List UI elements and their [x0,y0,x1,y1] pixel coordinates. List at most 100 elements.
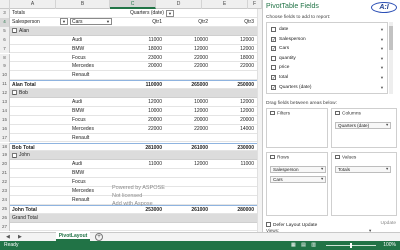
cell-c1[interactable]: Salesperson [12,18,40,26]
cell-c3[interactable]: 11000 [130,160,162,168]
pane-options-badge[interactable]: A:I [371,2,397,13]
chevron-down-icon[interactable]: ▼ [380,54,384,63]
prev-sheet-icon[interactable]: ◀ [6,233,10,241]
values-area[interactable]: Values Totals ▼ [331,152,397,216]
row-header[interactable]: 9 [0,62,10,72]
defer-layout-update[interactable]: Defer Layout Update [266,222,317,228]
row-header[interactable]: 10 [0,71,10,81]
cell-c3[interactable]: 281000 [130,144,162,152]
row-header[interactable]: 18 [0,142,10,152]
row-header[interactable]: 26 [0,213,10,223]
row-filter-dropdown[interactable]: ▼ [60,18,68,26]
column-header-b[interactable]: B [56,0,110,9]
field-item[interactable]: ✓ Quarters (date) ▼ [269,83,384,92]
row-header[interactable]: 19 [0,151,10,161]
cell-c3[interactable]: 110000 [130,81,162,89]
zoom-level[interactable]: 100% [383,241,396,250]
views-dropdown-icon[interactable]: ▾ [369,228,371,234]
field-item[interactable]: ✓ total ▼ [269,73,384,82]
cell-c4[interactable]: 12000 [176,107,208,115]
cell-c2[interactable]: Audi [72,98,82,106]
cell-c3[interactable]: 20000 [130,116,162,124]
cell-c1[interactable]: Grand Total [12,214,38,222]
cell-c4[interactable]: 265000 [176,81,208,89]
collapse-icon[interactable]: − [12,152,17,161]
scrollbar-thumb[interactable] [389,26,393,50]
row-header[interactable]: 25 [0,204,10,214]
row-header[interactable]: 12 [0,89,10,98]
chevron-down-icon[interactable]: ▼ [320,167,324,172]
cell-c3[interactable]: 11000 [130,36,162,44]
field-item[interactable]: price ▼ [269,63,384,72]
columns-field-chip[interactable]: Quarters (date) ▼ [335,122,391,129]
cell-c5[interactable]: 18000 [222,54,254,62]
cell-c2[interactable]: Focus [72,178,86,186]
rows-area[interactable]: Rows Salesperson ▼ Cars ▼ [266,152,328,216]
cell-c3[interactable]: 10000 [130,107,162,115]
cell-c3[interactable]: 18000 [130,45,162,53]
filters-area[interactable]: Filters [266,108,328,148]
row-header[interactable]: 15 [0,115,10,125]
cell-c3[interactable]: 23000 [130,54,162,62]
cell-c3[interactable]: 12000 [130,98,162,106]
chevron-down-icon[interactable]: ▼ [62,19,66,25]
cell-c2[interactable]: Renault [72,134,89,142]
cell-c2[interactable]: BMW [72,45,84,53]
row-header[interactable]: 3 [0,9,10,18]
row-header[interactable]: 7 [0,44,10,54]
field-checkbox[interactable]: ✓ [271,84,276,90]
spreadsheet-grid[interactable]: ABCDEF 3 4 5 6 7 8 9 10 11 12 13 14 15 16 17 18 19 20 21 22… [0,0,262,232]
cell-c1[interactable]: Alan Total [12,81,36,89]
row-header[interactable]: 8 [0,53,10,63]
cell-c2[interactable]: Renault [72,196,89,204]
defer-checkbox[interactable] [266,222,271,227]
sheet-tab-pivotlayout[interactable]: PivotLayout [56,232,90,241]
next-sheet-icon[interactable]: ▶ [18,233,22,241]
chevron-down-icon[interactable]: ▼ [380,44,384,53]
cell-c1[interactable]: Totals [12,9,25,17]
row-header[interactable]: 6 [0,35,10,45]
update-button[interactable]: Update [381,221,396,226]
cell-c5[interactable]: 250000 [222,81,254,89]
row-header[interactable]: 20 [0,160,10,170]
cell-c3[interactable]: 20000 [130,62,162,70]
field-checkbox[interactable]: ✓ [271,75,276,80]
column-header-e[interactable]: E [202,0,248,9]
column-field-header[interactable]: Quarters (date) [130,9,164,17]
cell-c1[interactable]: − Bob [12,89,28,98]
rows-field-chip[interactable]: Cars ▼ [270,176,326,183]
cell-c4[interactable]: 12000 [176,45,208,53]
field-checkbox[interactable] [271,65,276,71]
cell-c2[interactable]: Renault [72,71,89,79]
cell-c5[interactable]: 22000 [222,62,254,70]
cell-c4[interactable]: 10000 [176,36,208,44]
cell-c2[interactable]: Audi [72,36,82,44]
row-header[interactable]: 22 [0,178,10,187]
cell-c5[interactable]: 11000 [222,160,254,168]
cell-c5[interactable]: 14000 [222,125,254,133]
cell-c4[interactable]: 22000 [176,54,208,62]
cell-c5[interactable]: Qtr3 [222,18,254,26]
cell-c4[interactable]: 20000 [176,116,208,124]
row-header[interactable]: 5 [0,26,10,36]
cell-c4[interactable]: Qtr2 [176,18,208,26]
add-sheet-button[interactable]: + [95,233,103,241]
chevron-down-icon[interactable]: ▼ [385,167,389,172]
cell-c2[interactable]: BMW [72,169,84,177]
cell-c2[interactable]: Mercedes [72,125,94,133]
row-header[interactable]: 11 [0,80,10,90]
columns-area[interactable]: Columns Quarters (date) ▼ [331,108,397,148]
row-header[interactable]: 17 [0,133,10,143]
chevron-down-icon[interactable]: ▼ [380,73,384,82]
row-header[interactable]: 4 [0,17,10,27]
column-filter-dropdown[interactable]: ▼ [166,9,174,17]
chevron-down-icon[interactable]: ▼ [168,11,172,17]
cell-c5[interactable]: 12000 [222,36,254,44]
field-item[interactable]: quantity ▼ [269,54,384,63]
cell-c1[interactable]: Bob Total [12,144,35,152]
chevron-down-icon[interactable]: ▼ [380,83,384,92]
rows-field-chip[interactable]: Salesperson ▼ [270,166,326,173]
select-all-corner[interactable] [0,0,10,9]
column-header-c[interactable]: C [110,0,156,9]
row-header[interactable]: 21 [0,169,10,179]
